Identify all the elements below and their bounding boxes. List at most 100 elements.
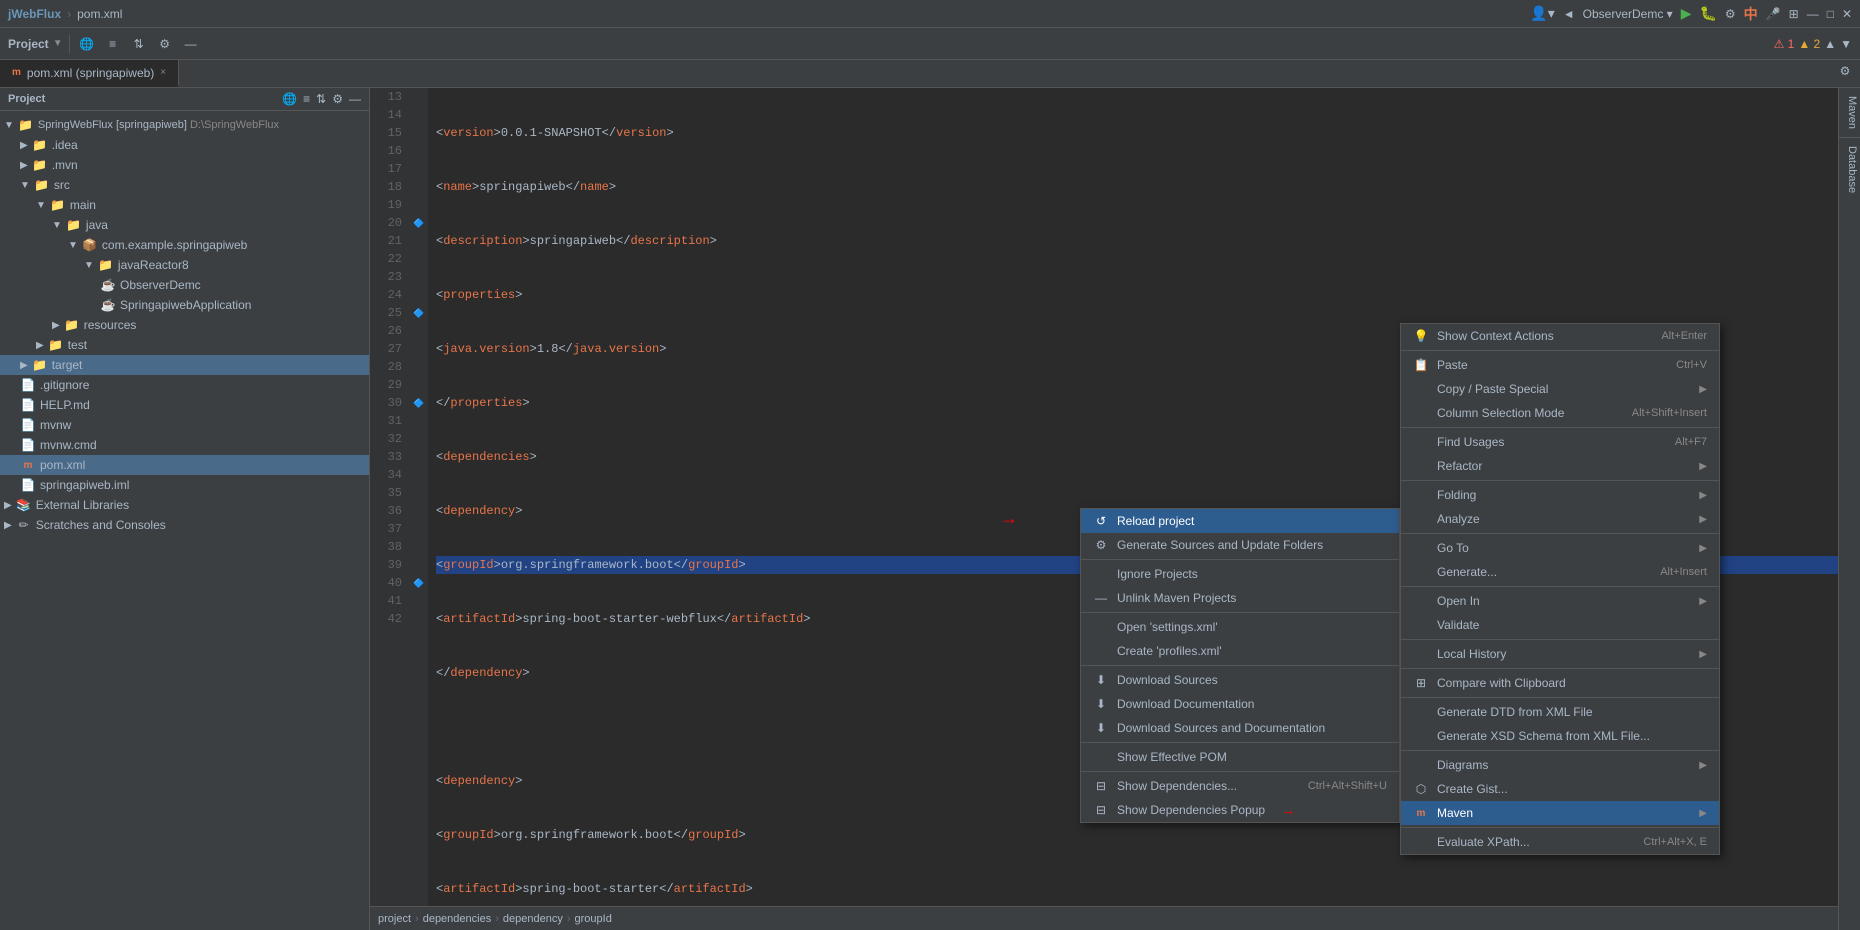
sidebar-item-observerdemc[interactable]: ☕ ObserverDemc: [0, 275, 369, 295]
menu-item-create-gist[interactable]: ⬡ Create Gist...: [1401, 777, 1719, 801]
maven-side-panel[interactable]: Maven: [1839, 88, 1860, 138]
scratches-icon: ✏: [16, 517, 32, 533]
sidebar-item-test[interactable]: ▶ 📁 test: [0, 335, 369, 355]
sidebar-item-scratches[interactable]: ▶ ✏ Scratches and Consoles: [0, 515, 369, 535]
menu-item-local-history[interactable]: Local History ▶: [1401, 642, 1719, 666]
sidebar-item-mvnwcmd[interactable]: 📄 mvnw.cmd: [0, 435, 369, 455]
sidebar-item-label-iml: springapiweb.iml: [40, 478, 129, 492]
sidebar-item-target[interactable]: ▶ 📁 target: [0, 355, 369, 375]
menu-item-generate-sources[interactable]: ⚙ Generate Sources and Update Folders: [1081, 533, 1399, 557]
title-mic[interactable]: 🎤: [1766, 7, 1781, 21]
menu-item-show-dependencies[interactable]: ⊟ Show Dependencies... Ctrl+Alt+Shift+U: [1081, 774, 1399, 798]
menu-item-ignore-projects[interactable]: Ignore Projects: [1081, 562, 1399, 586]
menu-item-show-deps-popup[interactable]: ⊟ Show Dependencies Popup →: [1081, 798, 1399, 822]
title-minimize[interactable]: —: [1807, 7, 1819, 21]
menu-item-column-selection[interactable]: Column Selection Mode Alt+Shift+Insert: [1401, 401, 1719, 425]
menu-item-analyze[interactable]: Analyze ▶: [1401, 507, 1719, 531]
menu-item-open-in[interactable]: Open In ▶: [1401, 589, 1719, 613]
menu-item-download-sources[interactable]: ⬇ Download Sources: [1081, 668, 1399, 692]
menu-item-reload-project[interactable]: ↺ Reload project: [1081, 509, 1399, 533]
menu-item-open-settings[interactable]: Open 'settings.xml': [1081, 615, 1399, 639]
tab-pom-xml[interactable]: m pom.xml (springapiweb) ×: [0, 60, 179, 87]
toolbar-btn-sort[interactable]: ⇅: [128, 33, 150, 55]
menu-item-evaluate-xpath[interactable]: Evaluate XPath... Ctrl+Alt+X, E: [1401, 830, 1719, 854]
download-sources-icon: ⬇: [1093, 672, 1109, 688]
sidebar-item-label-helpmd: HELP.md: [40, 398, 90, 412]
error-count[interactable]: ⚠ 1: [1774, 37, 1795, 51]
menu-item-create-profiles[interactable]: Create 'profiles.xml': [1081, 639, 1399, 663]
sidebar-item-gitignore[interactable]: 📄 .gitignore: [0, 375, 369, 395]
sidebar-item-helpmd[interactable]: 📄 HELP.md: [0, 395, 369, 415]
menu-item-maven[interactable]: m Maven ▶: [1401, 801, 1719, 825]
context-menu-right: 💡 Show Context Actions Alt+Enter 📋 Paste…: [1400, 323, 1720, 855]
sidebar-glob[interactable]: 🌐: [282, 92, 297, 106]
tab-settings-btn[interactable]: ⚙: [1834, 60, 1856, 82]
menu-label-effective-pom: Show Effective POM: [1117, 750, 1227, 764]
menu-item-find-usages[interactable]: Find Usages Alt+F7: [1401, 430, 1719, 454]
sidebar-sort[interactable]: ⇅: [316, 92, 326, 106]
menu-label-generate-xsd: Generate XSD Schema from XML File...: [1437, 729, 1650, 743]
sidebar-item-springapiwebapp[interactable]: ☕ SpringapiwebApplication: [0, 295, 369, 315]
menu-item-refactor[interactable]: Refactor ▶: [1401, 454, 1719, 478]
menu-item-validate[interactable]: Validate: [1401, 613, 1719, 637]
title-profile-selector[interactable]: ObserverDemc ▾: [1583, 7, 1673, 21]
menu-item-download-docs[interactable]: ⬇ Download Documentation: [1081, 692, 1399, 716]
sidebar-minimize[interactable]: —: [349, 92, 361, 106]
sidebar-item-root[interactable]: ▼ 📁 SpringWebFlux [springapiweb] D:\Spri…: [0, 115, 369, 135]
title-close[interactable]: ✕: [1842, 7, 1852, 21]
menu-item-compare-clipboard[interactable]: ⊞ Compare with Clipboard: [1401, 671, 1719, 695]
sidebar-item-extlibs[interactable]: ▶ 📚 External Libraries: [0, 495, 369, 515]
menu-item-copy-paste-special[interactable]: Copy / Paste Special ▶: [1401, 377, 1719, 401]
title-icon-user[interactable]: 👤▾: [1530, 5, 1554, 22]
sidebar-item-mvnw[interactable]: 📄 mvnw: [0, 415, 369, 435]
toolbar-btn-minus[interactable]: —: [180, 33, 202, 55]
menu-item-generate-xsd[interactable]: Generate XSD Schema from XML File...: [1401, 724, 1719, 748]
menu-sep-r1: [1401, 350, 1719, 351]
menu-item-diagrams[interactable]: Diagrams ▶: [1401, 753, 1719, 777]
sidebar-item-idea[interactable]: ▶ 📁 .idea: [0, 135, 369, 155]
gutter-14: [410, 106, 428, 124]
sidebar-item-main[interactable]: ▼ 📁 main: [0, 195, 369, 215]
toolbar-btn-globe[interactable]: 🌐: [76, 33, 98, 55]
title-settings[interactable]: ⚙: [1725, 7, 1736, 21]
title-grid[interactable]: ⊞: [1789, 7, 1799, 21]
title-nav-back[interactable]: ◄: [1563, 7, 1575, 21]
sidebar-item-resources[interactable]: ▶ 📁 resources: [0, 315, 369, 335]
sidebar-item-package[interactable]: ▼ 📦 com.example.springapiweb: [0, 235, 369, 255]
title-run-btn[interactable]: ▶: [1681, 5, 1692, 22]
toolbar-dropdown[interactable]: ▼: [53, 38, 63, 49]
sidebar-item-java[interactable]: ▼ 📁 java: [0, 215, 369, 235]
nav-up[interactable]: ▲: [1824, 37, 1836, 51]
line-num-21: 21: [378, 232, 402, 250]
title-debug-btn[interactable]: 🐛: [1699, 5, 1716, 22]
sidebar-item-javareactor[interactable]: ▼ 📁 javaReactor8: [0, 255, 369, 275]
toolbar-btn-gear[interactable]: ⚙: [154, 33, 176, 55]
title-cn[interactable]: 中: [1744, 4, 1758, 24]
menu-item-paste[interactable]: 📋 Paste Ctrl+V: [1401, 353, 1719, 377]
menu-item-generate[interactable]: Generate... Alt+Insert: [1401, 560, 1719, 584]
tab-close-btn[interactable]: ×: [160, 67, 166, 78]
sidebar-item-pomxml[interactable]: m pom.xml: [0, 455, 369, 475]
menu-item-show-effective-pom[interactable]: Show Effective POM: [1081, 745, 1399, 769]
menu-item-folding[interactable]: Folding ▶: [1401, 483, 1719, 507]
menu-label-diagrams: Diagrams: [1437, 758, 1488, 772]
menu-item-context-actions[interactable]: 💡 Show Context Actions Alt+Enter: [1401, 324, 1719, 348]
sidebar-item-label-scratches: Scratches and Consoles: [36, 518, 166, 532]
sidebar-item-label-observerdemc: ObserverDemc: [120, 278, 201, 292]
menu-item-goto[interactable]: Go To ▶: [1401, 536, 1719, 560]
sidebar-item-mvn[interactable]: ▶ 📁 .mvn: [0, 155, 369, 175]
title-maximize[interactable]: □: [1827, 7, 1834, 21]
nav-down[interactable]: ▼: [1840, 37, 1852, 51]
sidebar-item-src[interactable]: ▼ 📁 src: [0, 175, 369, 195]
open-in-icon: [1413, 593, 1429, 609]
warning-count[interactable]: ▲ 2: [1798, 37, 1820, 51]
sidebar-gear[interactable]: ⚙: [332, 92, 343, 106]
menu-item-download-both[interactable]: ⬇ Download Sources and Documentation: [1081, 716, 1399, 740]
menu-item-unlink-maven[interactable]: — Unlink Maven Projects: [1081, 586, 1399, 610]
file-icon-mvnw: 📄: [20, 417, 36, 433]
database-side-panel[interactable]: Database: [1839, 138, 1860, 201]
menu-item-generate-dtd[interactable]: Generate DTD from XML File: [1401, 700, 1719, 724]
toolbar-btn-list[interactable]: ≡: [102, 33, 124, 55]
sidebar-item-iml[interactable]: 📄 springapiweb.iml: [0, 475, 369, 495]
sidebar-list[interactable]: ≡: [303, 92, 310, 106]
